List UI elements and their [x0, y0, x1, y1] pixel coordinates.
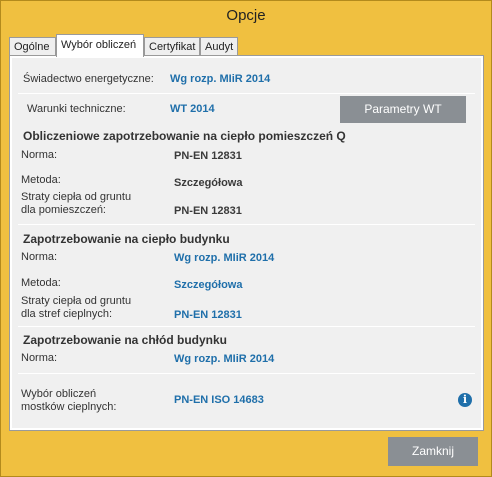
room-method-label: Metoda: [21, 174, 61, 186]
options-window: Opcje Ogólne Wybór obliczeń Certyfikat A… [0, 0, 492, 477]
thermal-bridges-label-line1: Wybór obliczeń [21, 388, 97, 400]
zone-ground-loss-value[interactable]: PN-EN 12831 [174, 309, 242, 322]
technical-conditions-label: Warunki techniczne: [27, 103, 126, 115]
room-norm-value[interactable]: PN-EN 12831 [174, 150, 242, 163]
close-button[interactable]: Zamknij [388, 437, 478, 466]
room-method-value[interactable]: Szczegółowa [174, 177, 242, 190]
cooling-norm-value[interactable]: Wg rozp. MIiR 2014 [174, 353, 274, 366]
building-method-label: Metoda: [21, 277, 61, 289]
building-norm-value[interactable]: Wg rozp. MIiR 2014 [174, 252, 274, 265]
room-ground-loss-label-line2: dla pomieszczeń: [21, 204, 106, 216]
wt-parameters-button[interactable]: Parametry WT [340, 96, 466, 123]
info-icon[interactable]: i [458, 393, 472, 407]
building-heat-demand-section-title: Zapotrzebowanie na ciepło budynku [23, 232, 230, 246]
thermal-bridges-value[interactable]: PN-EN ISO 14683 [174, 394, 264, 407]
divider [18, 373, 475, 374]
divider [18, 326, 475, 327]
tab-general[interactable]: Ogólne [9, 37, 56, 55]
tab-calculation-choice[interactable]: Wybór obliczeń [56, 34, 144, 57]
window-title: Opcje [226, 7, 266, 24]
room-ground-loss-label-line1: Straty ciepła od gruntu [21, 191, 132, 203]
building-cooling-demand-section-title: Zapotrzebowanie na chłód budynku [23, 333, 228, 347]
zone-ground-loss-label-line1: Straty ciepła od gruntu [21, 295, 132, 307]
cooling-norm-label: Norma: [21, 352, 58, 364]
technical-conditions-value[interactable]: WT 2014 [170, 103, 215, 116]
tab-panel: Świadectwo energetyczne: Wg rozp. MIiR 2… [9, 55, 484, 431]
room-ground-loss-value[interactable]: PN-EN 12831 [174, 205, 242, 218]
tab-audit[interactable]: Audyt [200, 37, 238, 55]
thermal-bridges-label-line2: mostków cieplnych: [21, 401, 117, 413]
building-norm-label: Norma: [21, 251, 58, 263]
zone-ground-loss-label-line2: dla stref cieplnych: [21, 308, 113, 320]
room-heat-demand-section-title: Obliczeniowe zapotrzebowanie na ciepło p… [23, 129, 346, 143]
divider [18, 93, 475, 94]
energy-certificate-value[interactable]: Wg rozp. MIiR 2014 [170, 73, 270, 86]
divider [18, 224, 475, 225]
panel-content: Świadectwo energetyczne: Wg rozp. MIiR 2… [12, 58, 481, 428]
building-method-value[interactable]: Szczegółowa [174, 279, 242, 292]
energy-certificate-label: Świadectwo energetyczne: [23, 73, 154, 85]
tab-certificate[interactable]: Certyfikat [144, 37, 200, 55]
room-norm-label: Norma: [21, 149, 58, 161]
